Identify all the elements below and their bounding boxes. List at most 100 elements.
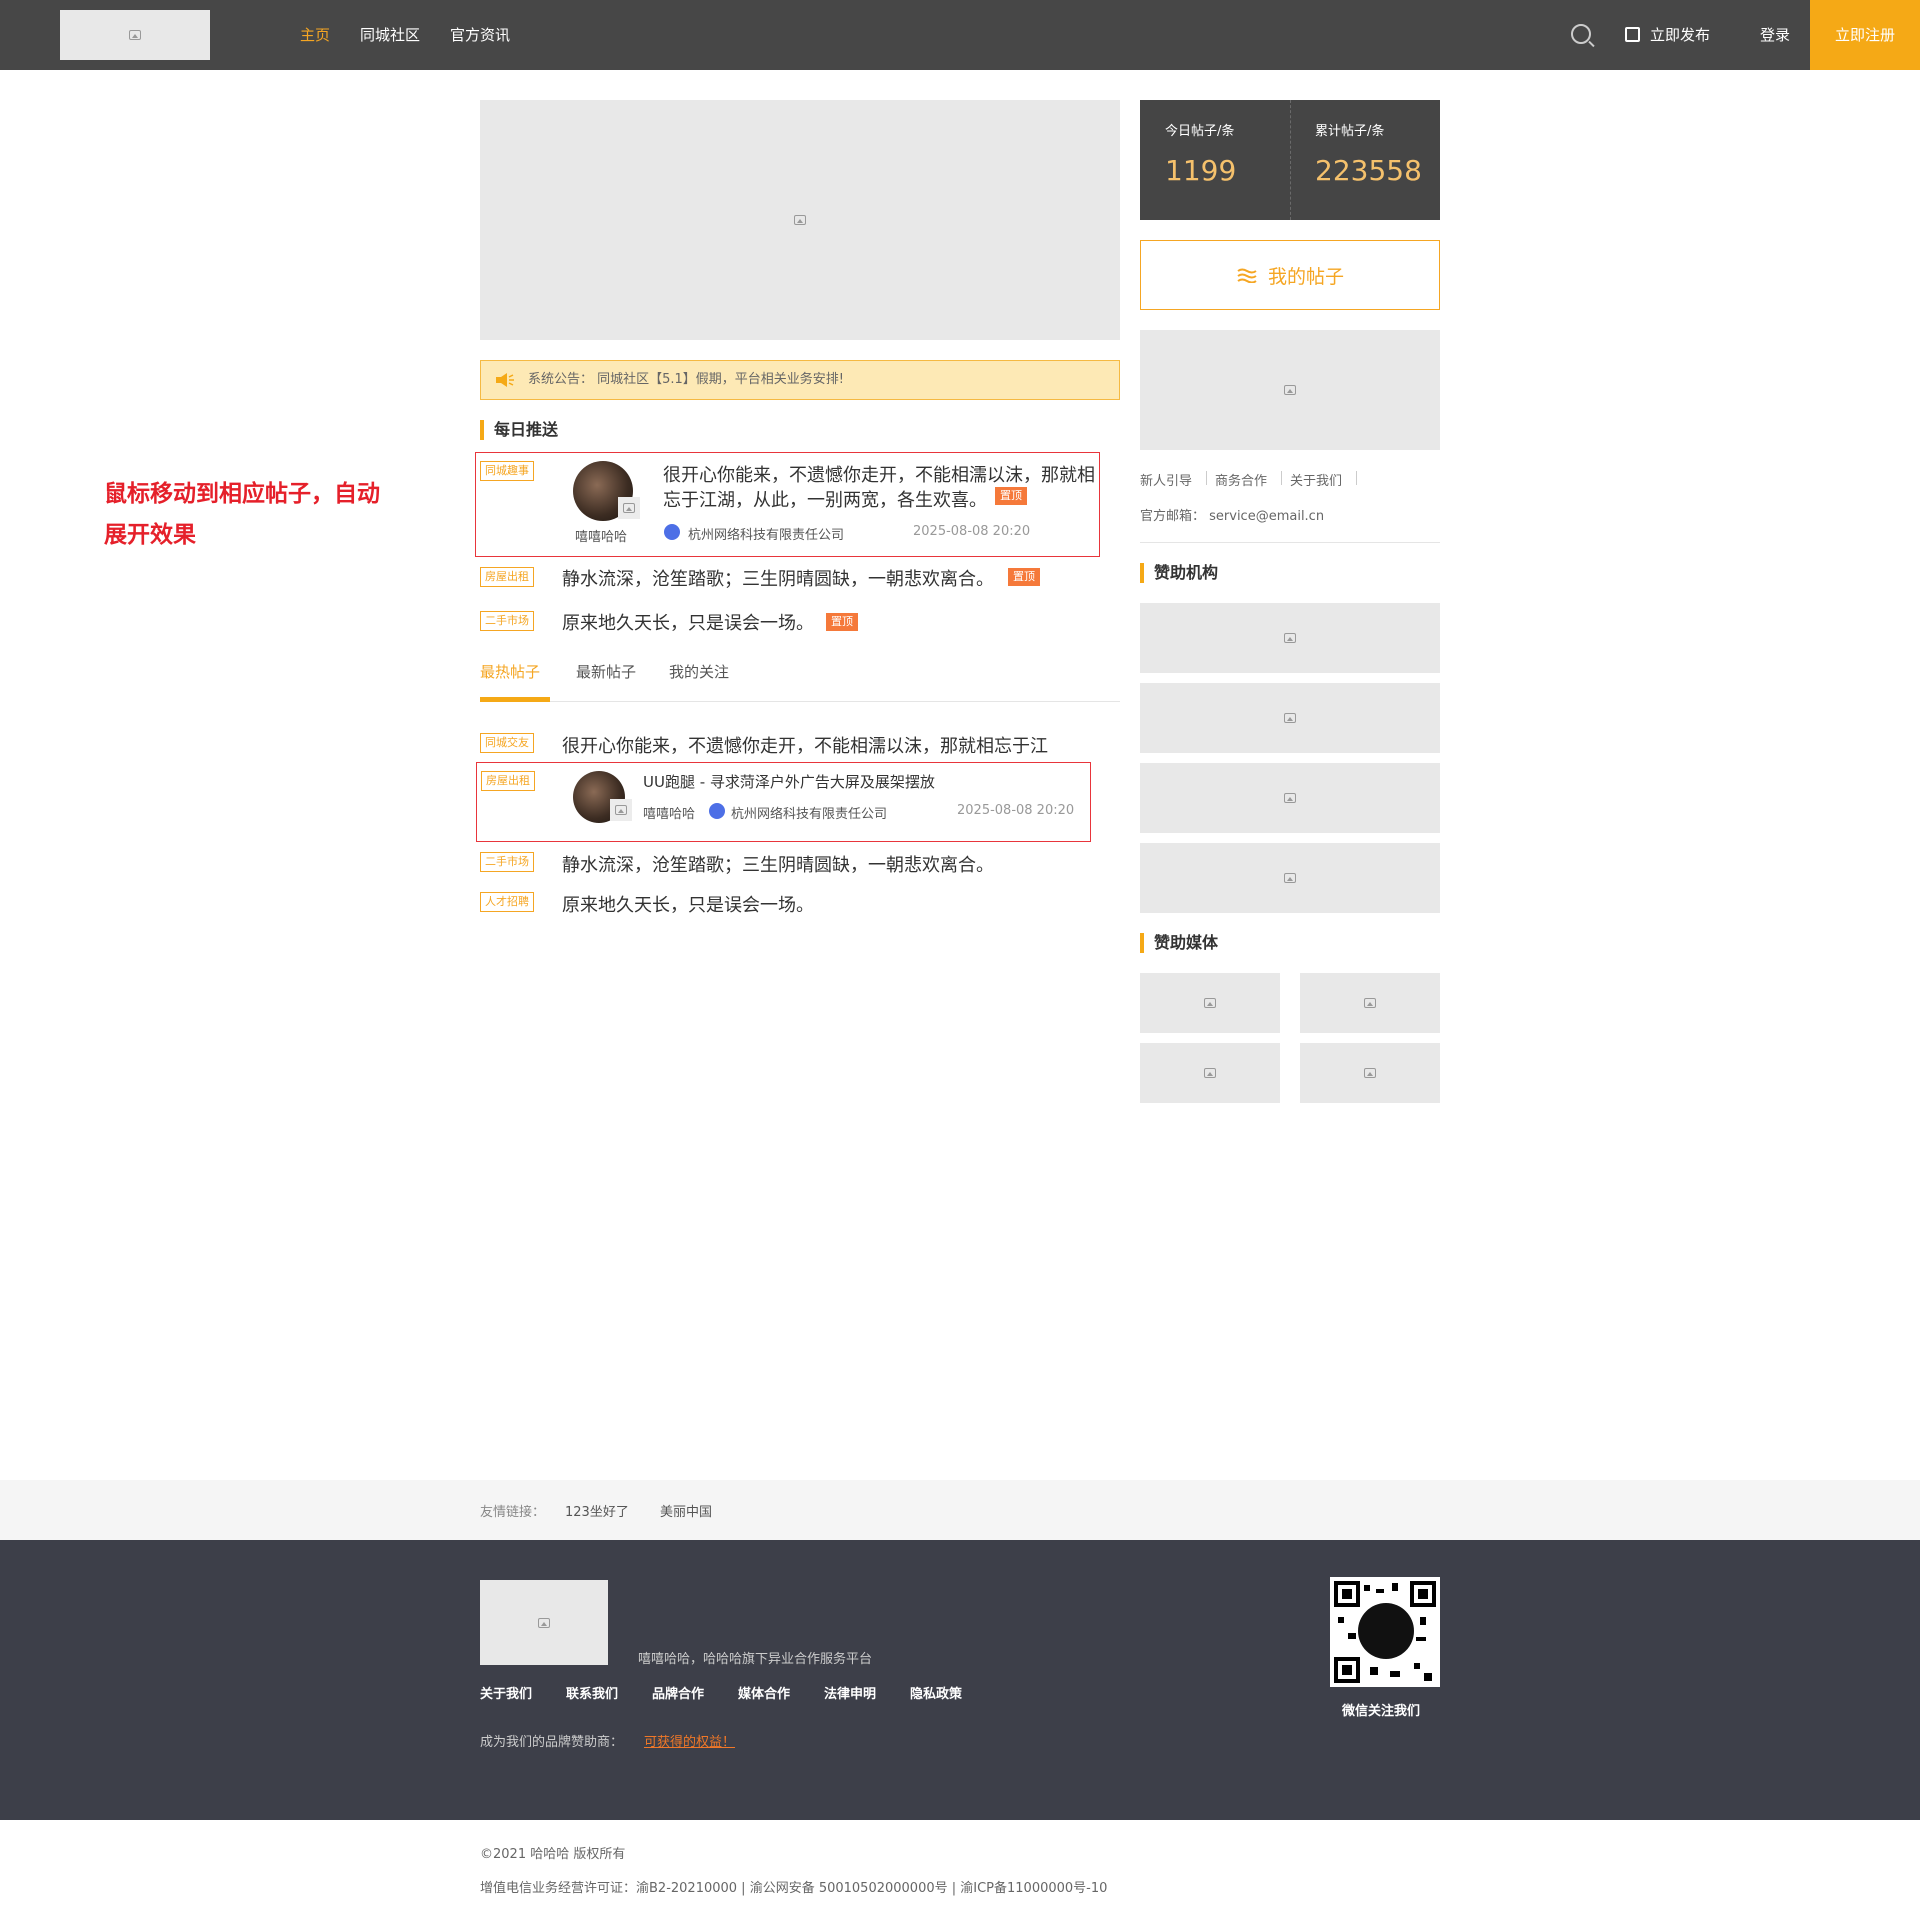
image-placeholder-icon — [1364, 1068, 1376, 1078]
post-time: 2025-08-08 20:20 — [913, 524, 1031, 539]
image-placeholder-icon — [1284, 713, 1296, 723]
site-footer: 嘻嘻哈哈，哈哈哈旗下异业合作服务平台 关于我们 联系我们 品牌合作 媒体合作 法… — [0, 1540, 1920, 1820]
pinned-badge: 置顶 — [1008, 568, 1040, 586]
top-header: 主页 同城社区 官方资讯 立即发布 登录 立即注册 — [0, 0, 1920, 70]
media-logo[interactable] — [1140, 1043, 1280, 1103]
link-newbie-guide[interactable]: 新人引导 — [1140, 470, 1192, 489]
sponsors-title: 赞助机构 — [1140, 563, 1218, 583]
friend-links-bar: 友情链接： 123坐好了 美丽中国 — [0, 1480, 1920, 1540]
post-category-tag[interactable]: 人才招聘 — [480, 892, 534, 912]
hot-post-item[interactable]: 原来地久天长，只是误会一场。 — [562, 891, 814, 917]
speaker-icon — [496, 373, 514, 387]
link-about-us[interactable]: 关于我们 — [1290, 470, 1342, 489]
post-category-tag[interactable]: 同城趣事 — [480, 461, 534, 481]
link-business[interactable]: 商务合作 — [1215, 470, 1267, 489]
register-button[interactable]: 立即注册 — [1810, 0, 1920, 70]
media-logo[interactable] — [1300, 1043, 1440, 1103]
sidebar-divider — [1140, 542, 1440, 543]
post-category-tag[interactable]: 二手市场 — [480, 611, 534, 631]
login-button[interactable]: 登录 — [1760, 0, 1790, 70]
footer-slogan: 嘻嘻哈哈，哈哈哈旗下异业合作服务平台 — [638, 1652, 873, 1667]
image-placeholder-icon — [538, 1617, 550, 1628]
media-logo[interactable] — [1300, 973, 1440, 1033]
tab-latest-posts[interactable]: 最新帖子 — [576, 661, 636, 682]
company-name[interactable]: 杭州网络科技有限责任公司 — [731, 803, 887, 822]
my-posts-label: 我的帖子 — [1267, 265, 1344, 288]
footer-link-contact[interactable]: 联系我们 — [566, 1683, 618, 1702]
post-category-tag[interactable]: 同城交友 — [480, 733, 534, 753]
footer-link-about[interactable]: 关于我们 — [480, 1683, 532, 1702]
location-icon — [664, 524, 680, 540]
link-separator — [1281, 471, 1282, 485]
layers-icon — [1237, 268, 1257, 283]
main-banner[interactable] — [480, 100, 1120, 340]
official-email[interactable]: 官方邮箱： service@email.cn — [1140, 505, 1324, 524]
image-placeholder-icon — [623, 503, 635, 513]
daily-post-item[interactable]: 静水流深，沧笙踏歌；三生阴晴圆缺，一朝悲欢离合。 — [562, 565, 994, 591]
annotation-note: 鼠标移动到相应帖子，自动展开效果 — [104, 481, 380, 548]
link-separator — [1206, 471, 1207, 485]
author-name[interactable]: 嘻嘻哈哈 — [575, 526, 627, 545]
avatar-image-badge — [618, 497, 640, 519]
publish-button[interactable]: 立即发布 — [1650, 0, 1710, 70]
tab-divider — [480, 701, 1120, 702]
footer-link-legal[interactable]: 法律申明 — [824, 1683, 876, 1702]
sidebar-ad[interactable] — [1140, 330, 1440, 450]
friend-links-label: 友情链接： — [480, 1505, 546, 1520]
site-logo[interactable] — [60, 10, 210, 60]
active-tab-indicator — [480, 697, 550, 702]
image-placeholder-icon — [1284, 633, 1296, 643]
avatar-image-badge — [610, 799, 632, 821]
image-placeholder-icon — [129, 30, 141, 40]
post-category-tag[interactable]: 房屋出租 — [480, 567, 534, 587]
copyright-line: ©2021 哈哈哈 版权所有 — [480, 1847, 626, 1862]
stats-divider — [1290, 100, 1291, 220]
post-text-line2: 忘于江湖，从此，一别两宽，各生欢喜。 — [663, 490, 987, 511]
wechat-qr-code — [1330, 1577, 1440, 1687]
footer-link-privacy[interactable]: 隐私政策 — [910, 1683, 962, 1702]
nav-community[interactable]: 同城社区 — [360, 0, 420, 70]
footer-link-brand[interactable]: 品牌合作 — [652, 1683, 704, 1702]
edit-icon — [1625, 27, 1640, 42]
image-placeholder-icon — [794, 215, 806, 225]
friend-link[interactable]: 美丽中国 — [660, 1501, 712, 1520]
search-icon[interactable] — [1571, 24, 1591, 44]
sponsor-benefits-link[interactable]: 可获得的权益！ — [644, 1731, 735, 1750]
system-notice[interactable]: 系统公告： 同城社区【5.1】假期，平台相关业务安排! — [480, 360, 1120, 400]
notice-text: 系统公告： 同城社区【5.1】假期，平台相关业务安排! — [528, 372, 845, 387]
nav-official-news[interactable]: 官方资讯 — [450, 0, 510, 70]
post-category-tag[interactable]: 二手市场 — [480, 852, 534, 872]
media-logo[interactable] — [1140, 973, 1280, 1033]
author-name[interactable]: 嘻嘻哈哈 — [643, 803, 695, 822]
sponsor-logo[interactable] — [1140, 843, 1440, 913]
today-posts-label: 今日帖子/条 — [1165, 124, 1235, 139]
daily-push-title: 每日推送 — [480, 420, 558, 440]
friend-link[interactable]: 123坐好了 — [565, 1501, 629, 1520]
post-time: 2025-08-08 20:20 — [957, 803, 1075, 818]
sponsor-logo[interactable] — [1140, 683, 1440, 753]
my-posts-button[interactable]: 我的帖子 — [1140, 240, 1440, 310]
daily-expanded-post[interactable]: 同城趣事 嘻嘻哈哈 很开心你能来，不遗憾你走开，不能相濡以沫，那就相 忘于江湖，… — [475, 452, 1100, 557]
hot-expanded-post[interactable]: 房屋出租 UU跑腿 - 寻求菏泽户外广告大屏及展架摆放 嘻嘻哈哈 杭州网络科技有… — [476, 762, 1091, 842]
total-posts-label: 累计帖子/条 — [1315, 124, 1385, 139]
hot-post-item[interactable]: 静水流深，沧笙踏歌；三生阴晴圆缺，一朝悲欢离合。 — [562, 851, 994, 877]
footer-logo[interactable] — [480, 1580, 608, 1665]
image-placeholder-icon — [1364, 998, 1376, 1008]
nav-home[interactable]: 主页 — [300, 0, 330, 70]
location-icon — [709, 803, 725, 819]
image-placeholder-icon — [1284, 873, 1296, 883]
image-placeholder-icon — [1204, 998, 1216, 1008]
hot-post-item[interactable]: 很开心你能来，不遗憾你走开，不能相濡以沫，那就相忘于江 — [562, 732, 1048, 758]
company-name[interactable]: 杭州网络科技有限责任公司 — [688, 524, 844, 543]
sponsor-logo[interactable] — [1140, 763, 1440, 833]
tab-my-follows[interactable]: 我的关注 — [669, 661, 729, 682]
footer-link-media[interactable]: 媒体合作 — [738, 1683, 790, 1702]
daily-post-item[interactable]: 原来地久天长，只是误会一场。 — [562, 609, 814, 635]
post-stats-panel: 今日帖子/条 1199 累计帖子/条 223558 — [1140, 100, 1440, 220]
tab-hot-posts[interactable]: 最热帖子 — [480, 661, 540, 682]
total-posts-value: 223558 — [1315, 154, 1422, 187]
sponsor-logo[interactable] — [1140, 603, 1440, 673]
post-category-tag[interactable]: 房屋出租 — [481, 771, 535, 791]
image-placeholder-icon — [615, 805, 627, 815]
image-placeholder-icon — [1284, 385, 1296, 395]
